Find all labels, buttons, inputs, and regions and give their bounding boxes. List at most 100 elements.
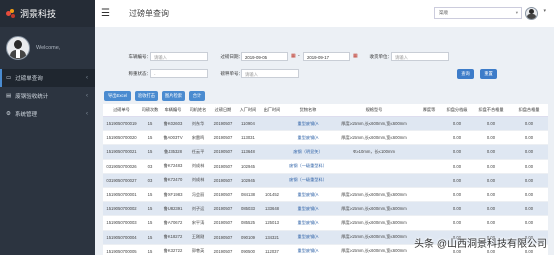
- table-cell: 15: [140, 187, 160, 203]
- column-header[interactable]: 出厂时间: [260, 104, 284, 117]
- table-row[interactable]: 1519050700020 15 鲁A003TV 宋雷鸣 20190507 113031 重…: [103, 130, 548, 146]
- table-cell: [260, 144, 284, 160]
- table-cell: 20190507: [210, 130, 236, 146]
- chevron-down-icon: ▾: [515, 10, 518, 15]
- column-header[interactable]: 厚度等: [416, 104, 442, 117]
- table-cell: 03: [140, 159, 160, 174]
- table-cell: 0.00: [442, 116, 472, 132]
- table-cell: 0.00: [510, 201, 548, 217]
- table-row[interactable]: 1519050700003 15 鲁A70672 宋平涛 20190507 085525 1…: [103, 215, 548, 231]
- date-from-input[interactable]: 2019-09-05: [241, 52, 288, 61]
- welcome-text: Welcome,: [36, 45, 61, 51]
- table-cell: 113031: [236, 130, 260, 146]
- merge-button[interactable]: 合计: [189, 91, 205, 101]
- date-to-input[interactable]: 2019-09-17: [303, 52, 350, 61]
- table-cell: 0.00: [442, 130, 472, 146]
- results-table: 过磅单号 司磅次数 车辆编号 司机姓名 过磅日期 入厂时间 出厂时间 货物名称 规格型号 厚度等扣…: [103, 104, 548, 255]
- receiver-label: 收货单位：: [369, 54, 393, 59]
- table-row[interactable]: 1519050700019 15 鲁K02603 刘东华 20190507 110904 重…: [103, 116, 548, 132]
- ticket-no-input[interactable]: 请输入: [241, 69, 299, 78]
- table-cell: 03: [140, 173, 160, 188]
- table-cell: 20190507: [210, 159, 236, 174]
- sidebar-item-acceptance-stats[interactable]: ▤ 废钢验收统计 ‹: [0, 87, 95, 105]
- table-cell: 090109: [236, 230, 260, 245]
- table-cell: 0319050700027: [103, 173, 140, 188]
- table-cell: 厚度≥15mm,长≤600mm,宽≤600mm: [332, 130, 416, 146]
- table-cell: 20190507: [210, 187, 236, 203]
- column-header[interactable]: 入厂时间: [236, 104, 260, 117]
- table-cell: 重型废钢(A: [284, 215, 332, 231]
- table-cell: [260, 116, 284, 132]
- user-menu-chevron-icon[interactable]: ▾: [543, 8, 546, 14]
- search-button[interactable]: 查询: [457, 69, 474, 79]
- user-profile: Welcome,: [0, 27, 95, 69]
- table-row[interactable]: 1519050700002 15 鲁U82391 刘子运 20190507 085033 1…: [103, 201, 548, 217]
- table-cell: 0.00: [442, 187, 472, 203]
- column-header[interactable]: 过磅日期: [210, 104, 236, 117]
- table-cell: 1519050700002: [103, 201, 140, 217]
- table-cell: 废钢（一级重型料）: [284, 173, 332, 188]
- column-header[interactable]: 过磅单号: [103, 104, 140, 117]
- print-delivery-button[interactable]: 验收打击: [135, 91, 158, 101]
- user-avatar[interactable]: [525, 7, 538, 20]
- column-header[interactable]: 扣盘合格量: [510, 104, 548, 117]
- table-cell: 刘子运: [186, 201, 210, 217]
- table-cell: 任云平: [186, 144, 210, 160]
- table-cell: 112037: [260, 244, 284, 255]
- table-cell: 090500: [236, 244, 260, 255]
- calendar-icon[interactable]: ▦: [291, 53, 296, 59]
- avatar[interactable]: [6, 36, 30, 60]
- table-cell: 鲁K18272: [160, 230, 186, 245]
- table-cell: 废钢（明显矢）: [284, 144, 332, 160]
- table-cell: [416, 187, 442, 203]
- receiver-input[interactable]: 请输入: [391, 52, 449, 61]
- bar-chart-icon: ▤: [6, 93, 12, 99]
- app-logo[interactable]: 洞景科技: [0, 0, 95, 27]
- table-cell: 郭巷英: [186, 244, 210, 255]
- reset-button[interactable]: 重置: [480, 69, 497, 79]
- export-excel-button[interactable]: 导出Excel: [104, 91, 131, 101]
- table-cell: [416, 173, 442, 188]
- sidebar-item-weigh-query[interactable]: ▭ 过磅单查询 ‹: [0, 69, 95, 87]
- column-header[interactable]: 司磅次数: [140, 104, 160, 117]
- table-cell: 1519050700004: [103, 230, 140, 245]
- column-header[interactable]: 司机姓名: [186, 104, 210, 117]
- table-cell: [332, 159, 416, 174]
- column-header[interactable]: 规格型号: [332, 104, 416, 117]
- user-select[interactable]: 渠顺 ▾: [434, 7, 522, 19]
- table-cell: 1519050700019: [103, 116, 140, 132]
- table-cell: [416, 116, 442, 132]
- table-cell: 0.00: [442, 159, 472, 174]
- sidebar: 洞景科技 Welcome, ▭ 过磅单查询 ‹ ▤ 废钢验收统计 ‹ ⚙ 系统管…: [0, 0, 95, 255]
- table-cell: [416, 215, 442, 231]
- column-header[interactable]: 车辆编号: [160, 104, 186, 117]
- column-header[interactable]: 扣盘不合格量: [472, 104, 510, 117]
- sidebar-item-label: 系统管理: [14, 112, 37, 118]
- table-cell: 0.00: [510, 215, 548, 231]
- table-cell: 鲁K32722: [160, 244, 186, 255]
- table-cell: 1519050700003: [103, 215, 140, 231]
- table-cell: 废钢（一级重型料）: [284, 159, 332, 174]
- table-cell: [260, 130, 284, 146]
- table-row[interactable]: 1519050700001 15 鲁XF1983 冯会丽 20190507 084138 1…: [103, 187, 548, 203]
- table-cell: 15: [140, 130, 160, 146]
- column-header[interactable]: 扣盘分档级: [442, 104, 472, 117]
- table-cell: 重型废钢(A: [284, 201, 332, 217]
- sidebar-item-label: 过磅单查询: [15, 76, 43, 82]
- weigh-state-label: 称重状态：: [128, 71, 152, 76]
- table-cell: 刘成林: [186, 173, 210, 188]
- table-cell: 1519050700005: [103, 244, 140, 255]
- car-no-label: 车辆编号：: [128, 54, 152, 59]
- table-cell: 刘东华: [186, 116, 210, 132]
- table-cell: 冯会丽: [186, 187, 210, 203]
- table-row[interactable]: 0319050700026 03 鲁K72483 刘成林 20190507 102945 废…: [103, 159, 548, 174]
- table-cell: 宋雷鸣: [186, 130, 210, 146]
- column-header[interactable]: 货物名称: [284, 104, 332, 117]
- table-row[interactable]: 1519050700021 15 鲁J35328 任云平 20190507 113648 废…: [103, 144, 548, 160]
- table-row[interactable]: 0319050700027 03 鲁K72470 刘成林 20190507 102945 废…: [103, 173, 548, 188]
- table-cell: [332, 173, 416, 188]
- menu-toggle-icon[interactable]: ☰: [101, 8, 115, 19]
- table-cell: 102945: [236, 159, 260, 174]
- sidebar-item-system[interactable]: ⚙ 系统管理 ‹: [0, 105, 95, 123]
- image-search-button[interactable]: 图片检索: [162, 91, 185, 101]
